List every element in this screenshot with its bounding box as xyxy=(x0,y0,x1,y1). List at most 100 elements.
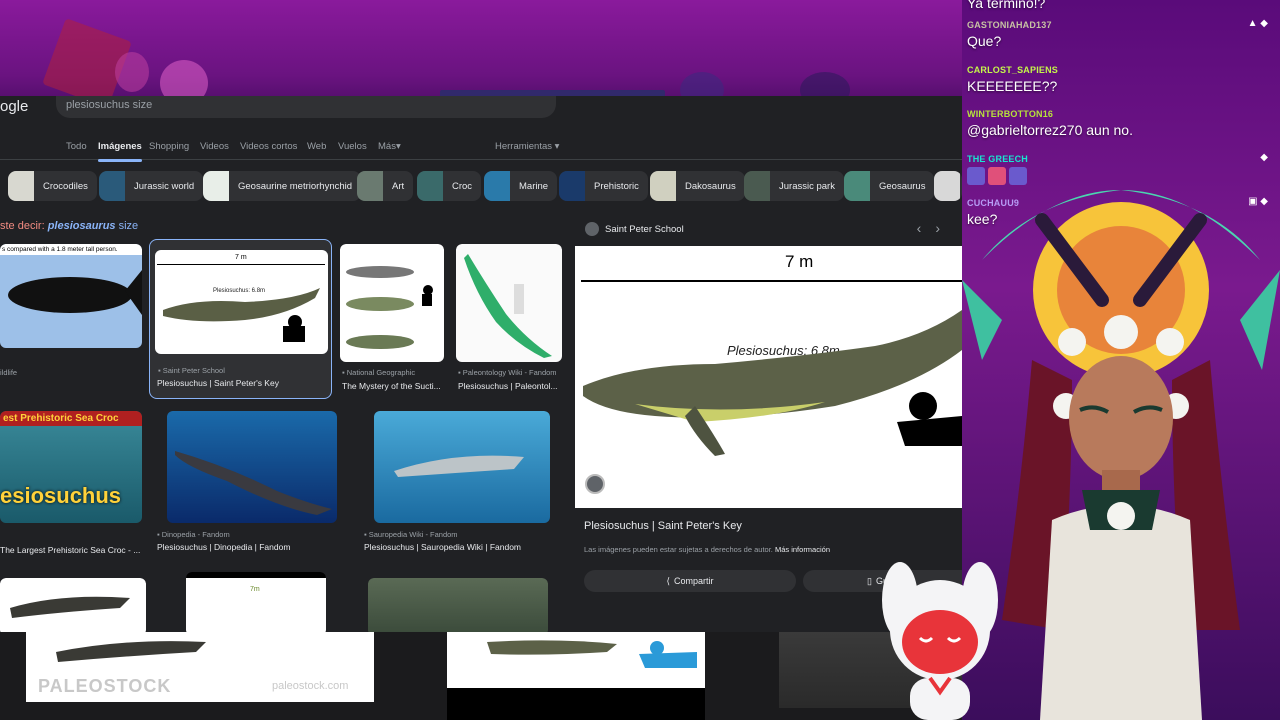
tab-videos-cortos[interactable]: Videos cortos xyxy=(240,141,297,152)
chip-prehistoric[interactable]: Prehistoric xyxy=(559,171,648,201)
globe-icon xyxy=(585,222,599,236)
share-button[interactable]: ⟨ Compartir xyxy=(584,570,796,592)
stream-background xyxy=(0,0,962,108)
result-image xyxy=(368,578,548,636)
thumbnail-banner: est Prehistoric Sea Croc xyxy=(0,411,142,426)
chip-thumbnail xyxy=(417,171,443,201)
preview-source[interactable]: Saint Peter School xyxy=(585,222,684,236)
chip-crocodiles[interactable]: Crocodiles xyxy=(8,171,97,201)
chip-label: Prehistoric xyxy=(594,180,639,192)
tab-shopping[interactable]: Shopping xyxy=(149,141,189,152)
chevron-down-icon: ▾ xyxy=(396,141,401,152)
share-icon: ⟨ xyxy=(666,575,670,586)
tab-web[interactable]: Web xyxy=(307,141,326,152)
result-card[interactable]: 7m xyxy=(186,572,326,636)
chip-jurassic-world[interactable]: Jurassic world xyxy=(99,171,204,201)
tab-todo[interactable]: Todo xyxy=(66,141,87,152)
chat-text: @gabrieltorrez270 aun no. xyxy=(967,122,1133,138)
chip-more[interactable] xyxy=(934,171,962,201)
chip-thumbnail xyxy=(744,171,770,201)
result-source: ▪ National Geographic xyxy=(342,368,415,377)
result-card[interactable]: est Prehistoric Sea Croc esiosuchus The … xyxy=(0,411,142,557)
chevron-left-icon[interactable]: ‹ xyxy=(917,220,936,236)
badge-icon: ▲ ◆ xyxy=(1247,18,1268,29)
result-card[interactable]: ▪ Sauropedia Wiki - Fandom Plesiosuchus … xyxy=(364,411,550,557)
chip-label: Art xyxy=(392,180,405,192)
reptile-diver-image xyxy=(487,640,697,668)
chip-thumbnail xyxy=(484,171,510,201)
result-image: est Prehistoric Sea Croc esiosuchus xyxy=(0,411,142,523)
result-card[interactable]: s compared with a 1.8 meter tall person.… xyxy=(0,244,142,384)
result-title: Plesiosuchus | Paleontol... xyxy=(458,381,558,391)
chip-label: Jurassic park xyxy=(779,180,835,192)
chip-label: Dakosaurus xyxy=(685,180,736,192)
chip-jurassic-park[interactable]: Jurassic park xyxy=(744,171,844,201)
share-label: Compartir xyxy=(674,576,714,586)
chip-geosaurine[interactable]: Geosaurine metriorhynchid xyxy=(203,171,362,201)
did-you-mean: ste decir: plesiosaurus size xyxy=(0,220,138,232)
result-caption: s compared with a 1.8 meter tall person. xyxy=(0,244,142,255)
result-source-text: Paleontology Wiki - Fandom xyxy=(462,368,557,377)
more-info-link[interactable]: Más información xyxy=(775,545,830,554)
result-source-text: National Geographic xyxy=(346,368,416,377)
did-you-mean-suffix[interactable]: size xyxy=(116,220,139,232)
lens-icon[interactable] xyxy=(585,474,605,494)
size-comparison-image xyxy=(346,266,433,349)
result-card[interactable] xyxy=(0,578,146,636)
dark-image-panel xyxy=(447,688,705,720)
preview-title[interactable]: Plesiosuchus | Saint Peter's Key xyxy=(584,520,742,532)
result-image xyxy=(0,578,146,636)
reptile-image xyxy=(56,641,206,662)
watermark-url: paleostock.com xyxy=(272,680,349,692)
did-you-mean-term[interactable]: plesiosaurus xyxy=(48,220,116,232)
chip-marine[interactable]: Marine xyxy=(484,171,558,201)
swimming-reptile-image xyxy=(394,455,524,477)
chip-label: Croc xyxy=(452,180,473,192)
result-image: 7 m Plesiosuchus: 6.8m xyxy=(155,250,328,354)
result-card[interactable]: ▪ Paleontology Wiki - Fandom Plesiosuchu… xyxy=(456,244,562,394)
chip-art[interactable]: Art xyxy=(357,171,414,201)
plesiosuchus-image xyxy=(163,288,320,342)
chip-label: Crocodiles xyxy=(43,180,88,192)
chip-croc[interactable]: Croc xyxy=(417,171,482,201)
result-source: ▪ Dinopedia - Fandom xyxy=(157,530,230,539)
result-title: The Largest Prehistoric Sea Croc - ... xyxy=(0,545,141,555)
chat-badges: ▲ ◆ xyxy=(1248,18,1268,29)
result-title: Plesiosuchus | Saint Peter's Key xyxy=(157,378,279,388)
chip-label: Jurassic world xyxy=(134,180,195,192)
preview-source-text: Saint Peter School xyxy=(605,223,684,235)
chevron-right-icon[interactable]: › xyxy=(935,220,954,236)
result-source: ▪ Sauropedia Wiki - Fandom xyxy=(364,530,458,539)
chip-geosaurus[interactable]: Geosaurus xyxy=(844,171,935,201)
chat-message: GASTONIAHAD137 Que? xyxy=(967,20,1052,49)
result-title: The Mystery of the Sucti... xyxy=(342,381,441,391)
result-card-selected[interactable]: 7 m Plesiosuchus: 6.8m ▪ Saint Peter Sch… xyxy=(149,239,332,399)
reptile-image xyxy=(10,596,130,618)
chip-thumbnail xyxy=(559,171,585,201)
copyright-text: Las imágenes pueden estar sujetas a dere… xyxy=(584,545,775,554)
result-card[interactable] xyxy=(368,578,548,636)
chip-dakosaurus[interactable]: Dakosaurus xyxy=(650,171,745,201)
tab-imagenes[interactable]: Imágenes xyxy=(98,141,142,162)
plesiosuchus-preview-image xyxy=(583,310,962,456)
preview-image[interactable]: 7 m Plesiosuchus: 6.8m xyxy=(575,246,962,508)
result-source: ▪ Paleontology Wiki - Fandom xyxy=(458,368,557,377)
tab-mas[interactable]: Más xyxy=(378,141,396,152)
creature-silhouette-image xyxy=(8,270,142,315)
chat-message: Ya termino!? xyxy=(967,0,1045,11)
result-source: ▪ Saint Peter School xyxy=(158,366,225,375)
result-card[interactable]: ▪ Dinopedia - Fandom Plesiosuchus | Dino… xyxy=(157,411,337,557)
tab-videos[interactable]: Videos xyxy=(200,141,229,152)
result-source-text: Sauropedia Wiki - Fandom xyxy=(368,530,458,539)
tab-vuelos[interactable]: Vuelos xyxy=(338,141,367,152)
green-reptile-image xyxy=(464,254,552,358)
tools-button[interactable]: Herramientas ▾ xyxy=(495,141,559,152)
chat-username: WINTERBOTTON16 xyxy=(967,109,1054,119)
result-card[interactable]: ▪ National Geographic The Mystery of the… xyxy=(340,244,444,394)
chat-text: KEEEEEEE?? xyxy=(967,78,1058,94)
chat-username: GASTONIAHAD137 xyxy=(967,20,1052,30)
search-input[interactable]: plesiosuchus size xyxy=(56,96,556,118)
mascot-character xyxy=(882,562,998,720)
result-title: Plesiosuchus | Dinopedia | Fandom xyxy=(157,542,291,552)
result-image xyxy=(167,411,337,523)
